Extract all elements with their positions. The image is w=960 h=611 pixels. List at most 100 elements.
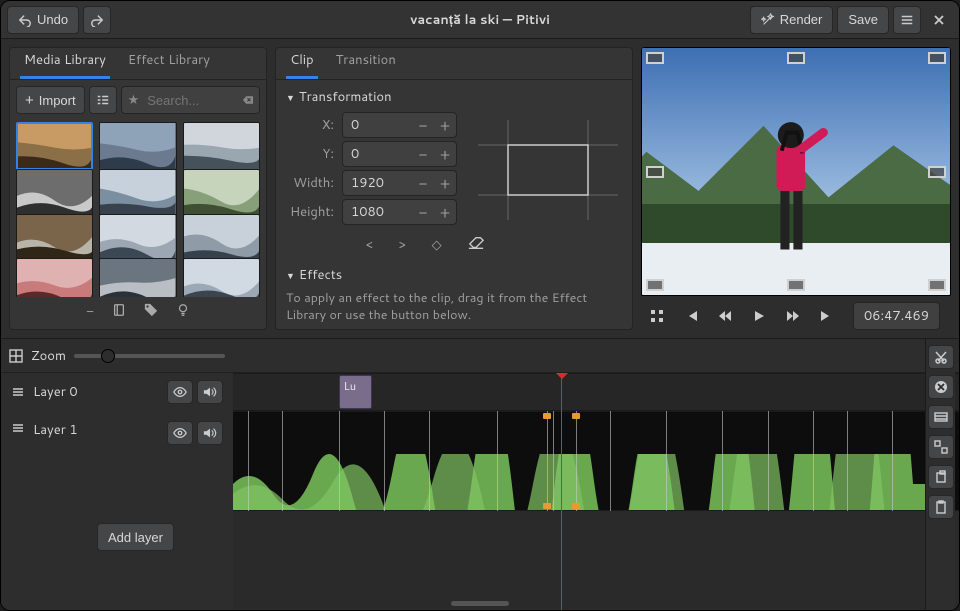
- search-input[interactable]: [145, 92, 237, 109]
- tab-effect-library[interactable]: Effect Library: [124, 47, 214, 79]
- media-thumb[interactable]: [16, 214, 93, 262]
- track-canvas[interactable]: Lu: [233, 373, 959, 610]
- zoom-slider[interactable]: [74, 354, 225, 358]
- transport-bar: 06:47.469: [641, 302, 951, 330]
- search-field[interactable]: ★: [121, 86, 260, 114]
- layer-header-0[interactable]: Layer 0: [1, 373, 233, 411]
- field-label-width: Width:: [286, 174, 334, 192]
- viewer-handle-ml[interactable]: [646, 166, 664, 178]
- media-thumb[interactable]: [183, 122, 260, 170]
- import-button[interactable]: + Import: [16, 86, 85, 114]
- increment-button[interactable]: +: [434, 173, 456, 194]
- layer-audio-toggle[interactable]: [197, 380, 223, 404]
- viewer-handle-tc[interactable]: [787, 52, 805, 64]
- detach-button[interactable]: [946, 302, 951, 330]
- media-thumb[interactable]: [99, 258, 176, 297]
- tag-icon[interactable]: [144, 303, 158, 321]
- field-width[interactable]: 1920 − +: [342, 170, 457, 196]
- split-tool[interactable]: [928, 345, 954, 369]
- ungroup-tool[interactable]: [928, 435, 954, 459]
- decrement-button[interactable]: −: [412, 202, 434, 223]
- increment-button[interactable]: +: [434, 202, 456, 223]
- add-layer-button[interactable]: Add layer: [97, 523, 174, 551]
- video-viewer[interactable]: [641, 47, 951, 296]
- bulb-icon[interactable]: [176, 303, 190, 321]
- viewer-handle-tl[interactable]: [646, 52, 664, 64]
- transformation-section[interactable]: ▼ Transformation: [286, 88, 622, 106]
- kf-erase-icon[interactable]: [468, 236, 484, 254]
- field-width-value: 1920: [343, 174, 412, 192]
- play-button[interactable]: [745, 302, 773, 330]
- field-y[interactable]: 0 − +: [342, 141, 457, 167]
- keyframe-controls: < > ◇: [286, 228, 622, 254]
- skip-back-button[interactable]: [677, 302, 705, 330]
- eye-icon: [173, 427, 187, 439]
- layer-visible-toggle[interactable]: [167, 380, 193, 404]
- backspace-icon[interactable]: [243, 94, 253, 106]
- layer-header-1[interactable]: Layer 1: [1, 411, 233, 511]
- speaker-icon: [203, 386, 217, 398]
- goto-start-button[interactable]: [643, 302, 671, 330]
- decrement-button[interactable]: −: [412, 144, 434, 165]
- undo-button[interactable]: Undo: [7, 6, 79, 34]
- copy-tool[interactable]: [928, 465, 954, 489]
- media-thumb[interactable]: [16, 258, 93, 297]
- view-list-button[interactable]: [89, 86, 117, 114]
- layer-visible-toggle[interactable]: [167, 421, 193, 445]
- group-icon: [934, 410, 948, 424]
- increment-button[interactable]: +: [434, 115, 456, 136]
- tab-media-library[interactable]: Media Library: [20, 47, 110, 79]
- media-thumb[interactable]: [183, 214, 260, 262]
- timecode[interactable]: 06:47.469: [853, 302, 940, 330]
- field-x[interactable]: 0 − +: [342, 112, 457, 138]
- tab-transition[interactable]: Transition: [332, 47, 400, 79]
- close-button[interactable]: [925, 6, 953, 34]
- viewer-handle-bc[interactable]: [787, 279, 805, 291]
- field-label-height: Height:: [286, 203, 334, 221]
- tab-clip[interactable]: Clip: [286, 47, 318, 79]
- field-height[interactable]: 1080 − +: [342, 199, 457, 225]
- zoom-label: Zoom: [31, 347, 66, 365]
- wand-icon: [761, 13, 775, 27]
- kf-next[interactable]: >: [399, 236, 406, 254]
- playhead[interactable]: [561, 373, 562, 610]
- timeline-clip[interactable]: Lu: [339, 375, 373, 409]
- clip-panel: Clip Transition ▼ Transformation X: 0 − …: [275, 47, 633, 330]
- viewer-handle-bl[interactable]: [646, 279, 664, 291]
- media-thumb[interactable]: [183, 169, 260, 217]
- forward-button[interactable]: [779, 302, 807, 330]
- media-thumb[interactable]: [183, 258, 260, 297]
- zoom-knob[interactable]: [101, 349, 115, 363]
- layer-audio-toggle[interactable]: [197, 421, 223, 445]
- delete-tool[interactable]: [928, 375, 954, 399]
- effects-section[interactable]: ▼ Effects: [286, 266, 622, 284]
- media-thumb[interactable]: [99, 122, 176, 170]
- transform-gizmo[interactable]: [478, 120, 618, 220]
- decrement-button[interactable]: −: [412, 115, 434, 136]
- menu-button[interactable]: [893, 6, 921, 34]
- group-tool[interactable]: [928, 405, 954, 429]
- viewer-handle-br[interactable]: [928, 279, 946, 291]
- increment-button[interactable]: +: [434, 144, 456, 165]
- kf-toggle[interactable]: ◇: [432, 236, 442, 254]
- skip-fwd-button[interactable]: [813, 302, 841, 330]
- save-button[interactable]: Save: [837, 6, 889, 34]
- field-label-y: Y:: [286, 145, 334, 163]
- media-thumb[interactable]: [16, 169, 93, 217]
- media-thumb[interactable]: [16, 122, 93, 170]
- render-button[interactable]: Render: [750, 6, 834, 34]
- viewer-handle-mr[interactable]: [928, 166, 946, 178]
- resize-handle[interactable]: [451, 601, 509, 606]
- decrement-button[interactable]: −: [412, 173, 434, 194]
- viewer-handle-tr[interactable]: [928, 52, 946, 64]
- kf-prev[interactable]: <: [366, 236, 373, 254]
- redo-button[interactable]: [83, 6, 111, 34]
- media-thumb[interactable]: [99, 214, 176, 262]
- rewind-button[interactable]: [711, 302, 739, 330]
- remove-media-icon[interactable]: −: [86, 303, 94, 321]
- clip-props-icon[interactable]: [112, 303, 126, 321]
- media-thumb[interactable]: [99, 169, 176, 217]
- paste-tool[interactable]: [928, 495, 954, 519]
- timeline-toolbar: [925, 339, 955, 610]
- viewer-panel: 06:47.469: [641, 47, 951, 330]
